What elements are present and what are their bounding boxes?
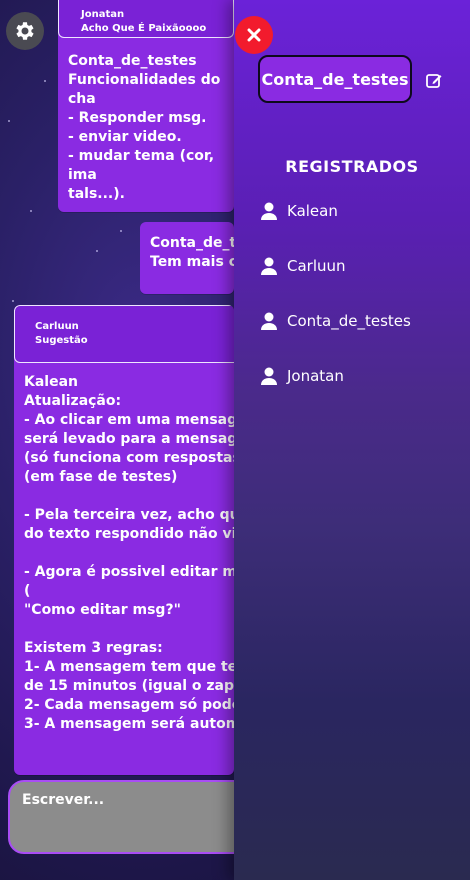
user-icon xyxy=(260,201,278,221)
edit-icon[interactable] xyxy=(425,72,443,90)
message-bubble[interactable]: Carluun Sugestão Kalean Atualização: - A… xyxy=(14,305,234,775)
reply-preview[interactable]: Jonatan Acho Que É Paixãoooo xyxy=(58,0,234,38)
message-text: Atualização: - Ao clicar em uma mensagem… xyxy=(24,393,234,732)
reply-author: Carluun xyxy=(35,321,79,332)
user-name: Carluun xyxy=(287,257,346,275)
user-icon xyxy=(260,311,278,331)
user-list-item[interactable]: Conta_de_testes xyxy=(260,310,411,332)
reply-text: Sugestão xyxy=(35,335,88,346)
message-text: Funcionalidades do cha - Responder msg. … xyxy=(68,72,221,202)
message-input[interactable] xyxy=(10,782,272,852)
user-icon xyxy=(260,256,278,276)
user-list-item[interactable]: Carluun xyxy=(260,255,346,277)
close-icon xyxy=(247,28,261,42)
close-sidebar-button[interactable] xyxy=(235,16,273,54)
message-bubble[interactable]: Conta_de_te Tem mais co xyxy=(140,222,234,294)
reply-text: Acho Que É Paixãoooo xyxy=(81,23,207,34)
gear-icon xyxy=(16,22,34,40)
user-name: Kalean xyxy=(287,202,338,220)
users-sidebar xyxy=(234,0,470,880)
user-list-item[interactable]: Jonatan xyxy=(260,365,344,387)
reply-preview[interactable]: Carluun Sugestão xyxy=(14,305,234,363)
current-user-name: Conta_de_testes xyxy=(258,55,412,103)
reply-author: Jonatan xyxy=(81,9,125,20)
message-author: Conta_de_te xyxy=(150,235,234,251)
settings-button[interactable] xyxy=(6,12,44,50)
message-text: Tem mais co xyxy=(150,254,234,270)
user-icon xyxy=(260,366,278,386)
message-author: Conta_de_testes xyxy=(68,53,197,69)
registered-section-title: REGISTRADOS xyxy=(285,157,419,176)
message-author: Kalean xyxy=(24,374,79,390)
user-name: Conta_de_testes xyxy=(287,312,411,330)
user-name: Jonatan xyxy=(287,367,344,385)
message-bubble[interactable]: Jonatan Acho Que É Paixãoooo Conta_de_te… xyxy=(58,0,234,212)
user-list-item[interactable]: Kalean xyxy=(260,200,338,222)
